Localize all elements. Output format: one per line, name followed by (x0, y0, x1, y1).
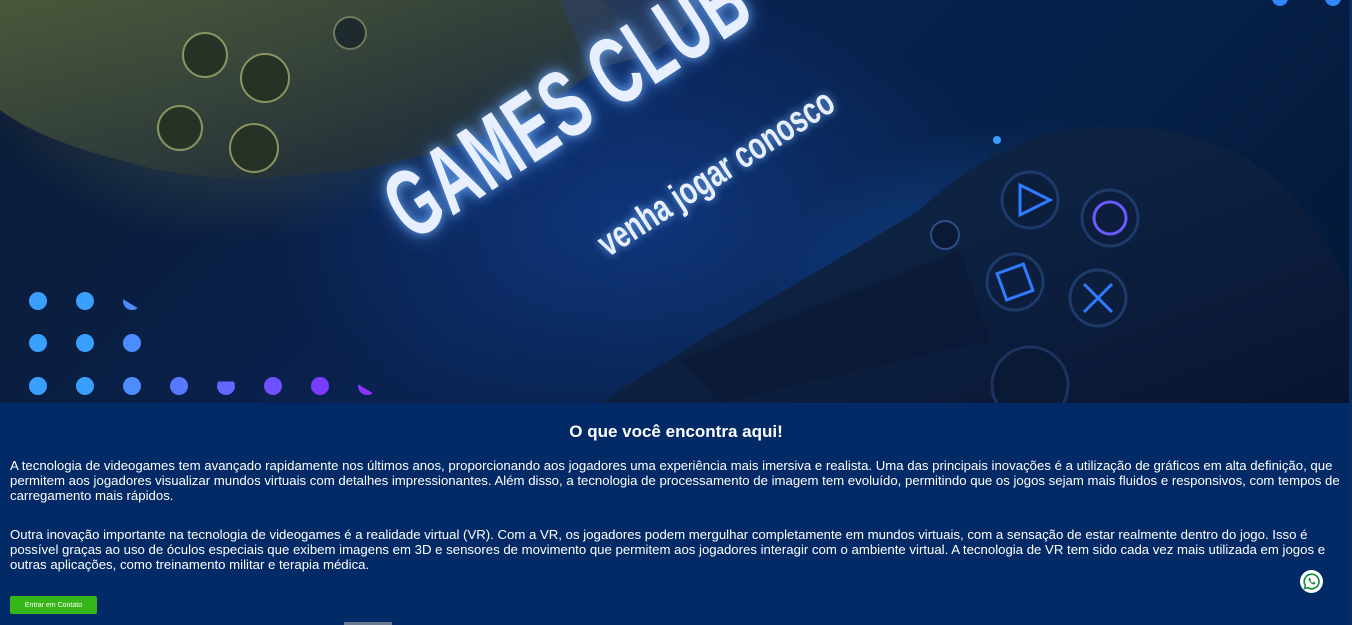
paragraph-vr: Outra inovação importante na tecnologia … (10, 527, 1326, 572)
section-title: O que você encontra aqui! (569, 422, 783, 441)
dot (123, 299, 141, 310)
dot (29, 334, 47, 352)
dot (76, 334, 94, 352)
dot (170, 377, 188, 395)
dot (123, 334, 141, 352)
dot (123, 377, 141, 395)
paragraph-graphics: A tecnologia de videogames tem avançado … (10, 458, 1340, 503)
whatsapp-icon (1300, 570, 1323, 593)
dot (76, 377, 94, 395)
dot (29, 377, 47, 395)
dot (264, 377, 282, 395)
hero-banner: GAMES CLUB venha jogar conosco (0, 0, 1352, 403)
whatsapp-button[interactable] (1300, 570, 1323, 593)
info-section: O que você encontra aqui! A tecnologia d… (0, 403, 1352, 625)
dot (358, 384, 376, 395)
contact-button[interactable]: Entrar em Contato (10, 596, 97, 614)
dot (29, 292, 47, 310)
dot (311, 377, 329, 395)
decorative-dots (0, 0, 400, 403)
dot (217, 381, 235, 395)
dot (76, 292, 94, 310)
